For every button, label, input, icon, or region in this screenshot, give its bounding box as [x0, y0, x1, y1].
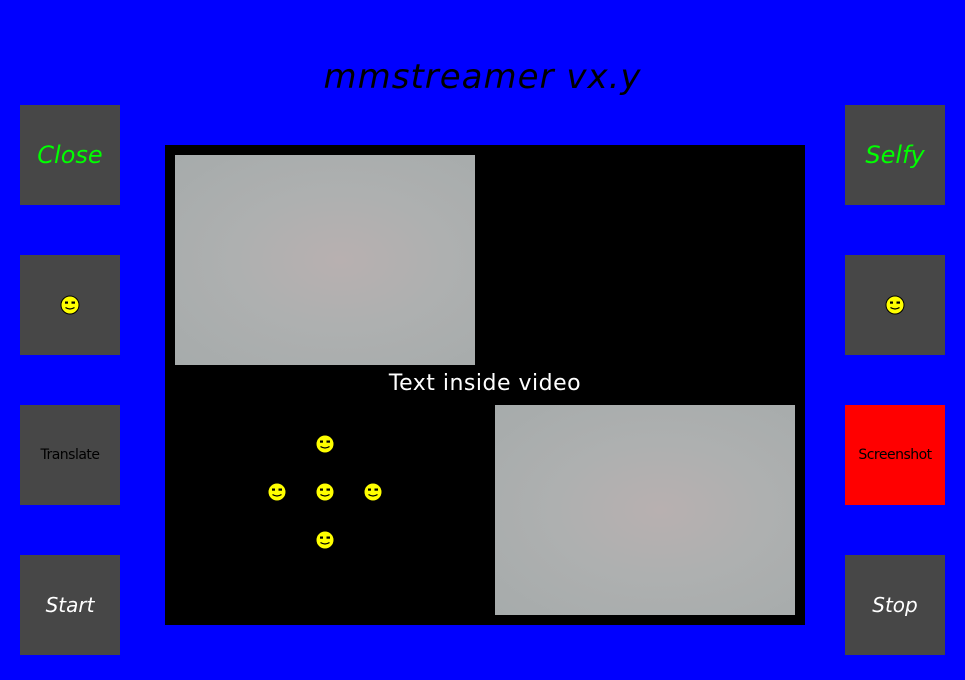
- stop-button[interactable]: Stop: [845, 555, 945, 655]
- screenshot-button-label: Screenshot: [858, 447, 932, 463]
- translate-button-label: Translate: [40, 447, 100, 463]
- emoji-right-button[interactable]: [845, 255, 945, 355]
- smiley-down-icon[interactable]: [315, 530, 335, 550]
- translate-button[interactable]: Translate: [20, 405, 120, 505]
- video-overlay-text: Text inside video: [388, 371, 582, 396]
- app-title: mmstreamer vx.y: [323, 57, 642, 97]
- video-area[interactable]: Text inside video: [165, 145, 805, 625]
- camera-feed-1: [175, 155, 475, 365]
- smiley-right-icon[interactable]: [363, 482, 383, 502]
- selfy-button-label: Selfy: [865, 141, 925, 169]
- start-button-label: Start: [45, 593, 95, 617]
- smiley-center-icon[interactable]: [315, 482, 335, 502]
- camera-feed-2: [495, 405, 795, 615]
- close-button[interactable]: Close: [20, 105, 120, 205]
- smiley-left-icon[interactable]: [267, 482, 287, 502]
- smiley-icon: [885, 295, 905, 315]
- emoji-left-button[interactable]: [20, 255, 120, 355]
- smiley-up-icon[interactable]: [315, 434, 335, 454]
- close-button-label: Close: [37, 141, 103, 169]
- stop-button-label: Stop: [872, 593, 918, 617]
- screenshot-button[interactable]: Screenshot: [845, 405, 945, 505]
- smiley-icon: [60, 295, 80, 315]
- selfy-button[interactable]: Selfy: [845, 105, 945, 205]
- start-button[interactable]: Start: [20, 555, 120, 655]
